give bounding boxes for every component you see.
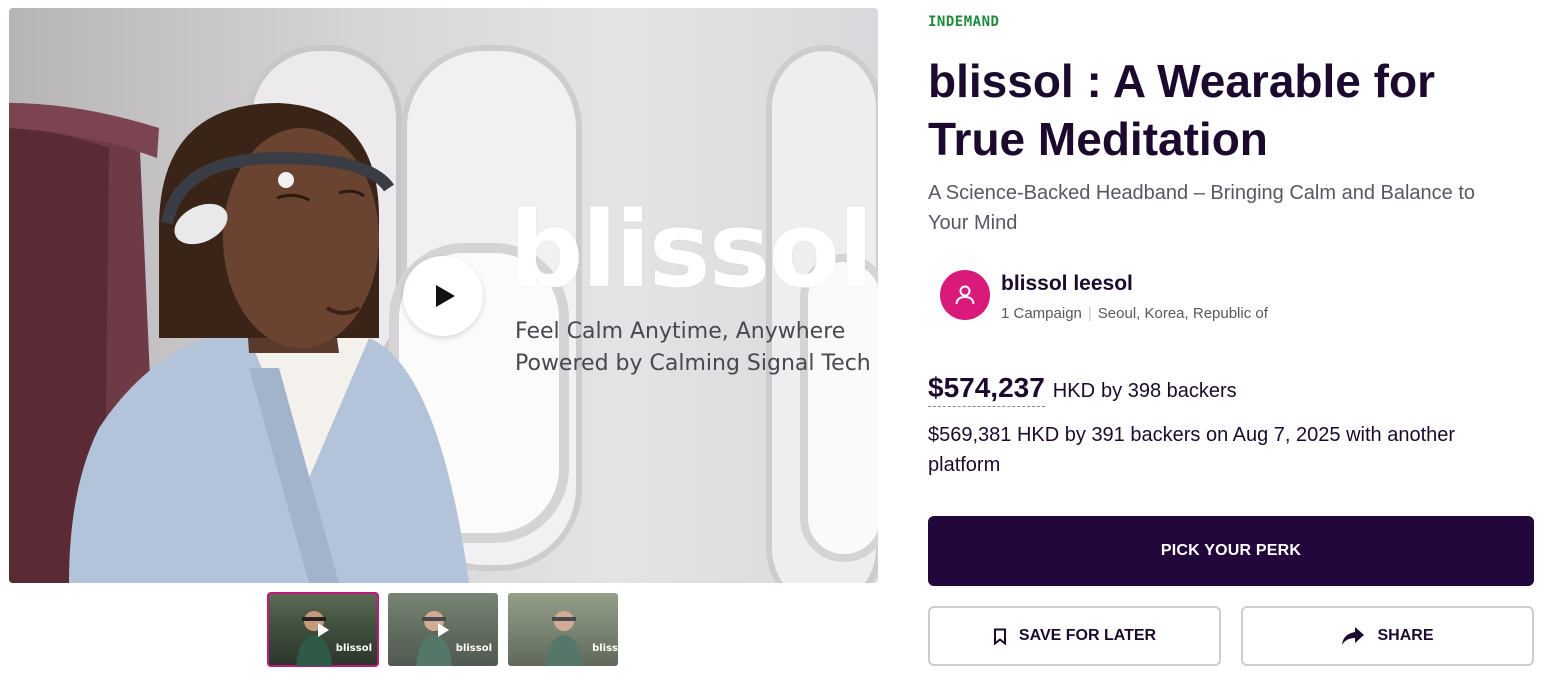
funds-currency: HKD	[1052, 380, 1096, 402]
avatar[interactable]	[940, 270, 990, 320]
thumbnail-3[interactable]: bliss	[508, 593, 618, 666]
owner-campaign-count: 1 Campaign	[1001, 305, 1082, 322]
overlay-brand-wordmark: blissol	[509, 189, 874, 311]
play-icon	[438, 623, 449, 637]
divider: |	[1087, 305, 1092, 322]
share-arrow-icon	[1342, 627, 1365, 645]
save-for-later-label: SAVE FOR LATER	[1018, 627, 1157, 644]
backers-count: by 398 backers	[1101, 380, 1237, 402]
campaign-subtitle: A Science-Backed Headband – Bringing Cal…	[928, 182, 1476, 234]
owner-meta: blissol leesol 1 Campaign | Seoul, Korea, …	[1001, 271, 1268, 322]
thumbnail-brand: bliss	[592, 643, 618, 654]
user-icon	[955, 285, 975, 305]
campaign-video[interactable]: blissol Feel Calm Anytime, Anywhere Powe…	[9, 8, 878, 583]
person-image	[546, 611, 582, 666]
prior-platform-funding: $569,381 HKD by 391 backers on Aug 7, 20…	[928, 424, 1456, 476]
owner-location: Seoul, Korea, Republic of	[1097, 305, 1268, 322]
pick-your-perk-button[interactable]: PICK YOUR PERK	[928, 516, 1534, 586]
save-for-later-button[interactable]: SAVE FOR LATER	[928, 606, 1221, 666]
campaign-owner[interactable]: blissol leesol 1 Campaign | Seoul, Korea, …	[940, 270, 1268, 322]
share-button[interactable]: SHARE	[1241, 606, 1534, 666]
thumbnail-1[interactable]: blissol	[267, 592, 379, 667]
video-overlay: blissol Feel Calm Anytime, Anywhere Powe…	[509, 189, 874, 380]
overlay-tagline-line-2: Powered by Calming Signal Tech	[515, 351, 871, 376]
play-icon	[318, 623, 329, 637]
share-label: SHARE	[1377, 627, 1434, 644]
person-image	[416, 611, 452, 666]
platform-label[interactable]: INDEMAND	[928, 14, 999, 30]
play-video-button[interactable]	[403, 256, 483, 336]
overlay-tagline-line-1: Feel Calm Anytime, Anywhere	[515, 319, 846, 344]
owner-details: 1 Campaign | Seoul, Korea, Republic of	[1001, 305, 1268, 322]
play-icon	[436, 285, 455, 307]
bookmark-icon	[993, 628, 1006, 645]
owner-name[interactable]: blissol leesol	[1001, 271, 1268, 297]
funds-amount[interactable]: $574,237	[928, 372, 1045, 407]
media-thumbnail-strip: blissol blissol bliss	[267, 592, 618, 667]
thumbnail-2[interactable]: blissol	[388, 593, 498, 666]
thumbnail-brand: blissol	[455, 643, 492, 654]
campaign-title: blissol : A Wearable for True Meditation	[928, 55, 1435, 165]
thumbnail-brand: blissol	[335, 643, 372, 654]
funds-raised: $574,237 HKD by 398 backers	[928, 372, 1237, 407]
